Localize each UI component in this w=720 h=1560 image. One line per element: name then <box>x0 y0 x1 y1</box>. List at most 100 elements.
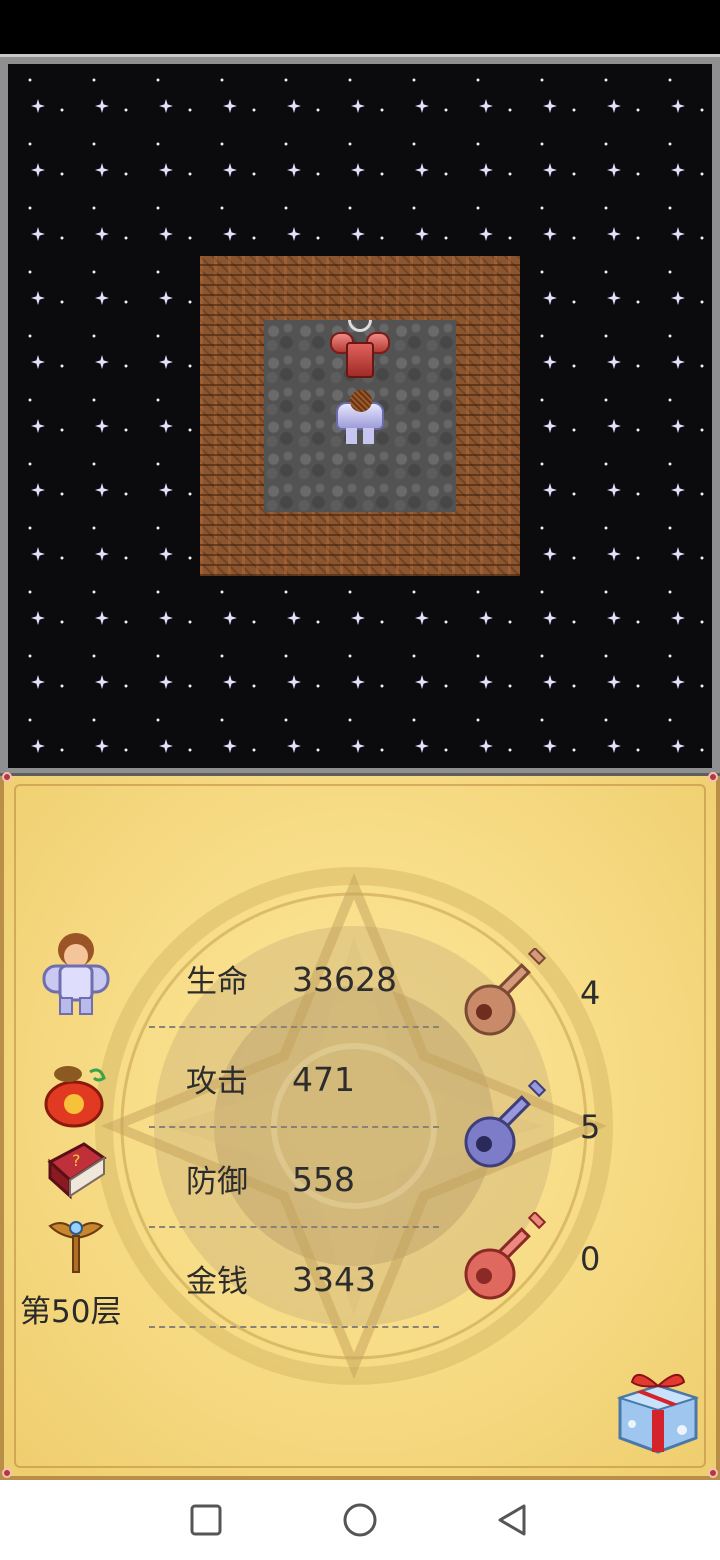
blue-key-count: 5 <box>580 1108 601 1146</box>
sparkle-star <box>607 99 621 113</box>
sparkle-star <box>159 227 173 241</box>
sparkle-star <box>95 419 109 433</box>
sparkle-star <box>415 675 429 689</box>
sparkle-star <box>543 483 557 497</box>
sparkle-star <box>287 163 301 177</box>
red-key-icon <box>464 1212 547 1300</box>
sparkle-star <box>671 163 685 177</box>
sparkle-star <box>543 355 557 369</box>
sparkle-star <box>671 483 685 497</box>
stat-divider <box>149 1026 439 1028</box>
hero-sprite[interactable] <box>328 384 392 448</box>
sparkle-star <box>543 227 557 241</box>
sparkle-star <box>671 419 685 433</box>
monster-manual-book-icon: ? <box>47 1142 107 1200</box>
home-circle-icon[interactable] <box>338 1498 382 1542</box>
sparkle-star <box>543 675 557 689</box>
sparkle-star <box>95 163 109 177</box>
gift-box-icon[interactable] <box>612 1364 702 1454</box>
sparkle-star <box>31 99 45 113</box>
sparkle-star <box>543 739 557 753</box>
sparkle-star <box>415 227 429 241</box>
sparkle-star <box>287 227 301 241</box>
sparkle-star <box>95 291 109 305</box>
sparkle-star <box>31 355 45 369</box>
floor-level-label: 第50层 <box>20 1294 122 1330</box>
system-navigation-bar <box>0 1480 720 1560</box>
sparkle-star <box>607 419 621 433</box>
svg-text:?: ? <box>72 1151 81 1170</box>
sparkle-star <box>479 611 493 625</box>
sparkle-star <box>159 611 173 625</box>
attack-label: 攻击 <box>186 1064 248 1100</box>
sparkle-star <box>479 739 493 753</box>
attack-value: 471 <box>292 1060 355 1099</box>
sparkle-star <box>607 483 621 497</box>
sparkle-star <box>671 675 685 689</box>
defense-value: 558 <box>292 1160 355 1199</box>
sparkle-star <box>671 547 685 561</box>
sparkle-star <box>607 163 621 177</box>
sparkle-star <box>543 99 557 113</box>
sparkle-star <box>287 99 301 113</box>
sparkle-star <box>223 611 237 625</box>
back-triangle-icon[interactable] <box>490 1498 534 1542</box>
sparkle-star <box>95 355 109 369</box>
sparkle-star <box>479 675 493 689</box>
stat-divider <box>149 1226 439 1228</box>
sparkle-star <box>671 227 685 241</box>
sparkle-star <box>415 611 429 625</box>
sparkle-star <box>607 739 621 753</box>
gold-label: 金钱 <box>186 1264 248 1300</box>
stat-divider <box>149 1326 439 1328</box>
sparkle-star <box>671 739 685 753</box>
hero-portrait-icon <box>42 933 110 1015</box>
sparkle-star <box>31 611 45 625</box>
status-bar <box>0 0 720 54</box>
panel-corner-gem <box>708 772 718 782</box>
recent-apps-square-icon[interactable] <box>184 1498 228 1542</box>
sparkle-star <box>159 547 173 561</box>
game-map[interactable] <box>8 64 712 768</box>
yellow-key-icon <box>464 948 547 1036</box>
sparkle-star <box>31 675 45 689</box>
sparkle-star <box>607 547 621 561</box>
sparkle-star <box>95 675 109 689</box>
sparkle-star <box>31 547 45 561</box>
sparkle-star <box>351 227 365 241</box>
sparkle-star <box>607 611 621 625</box>
sparkle-star <box>287 675 301 689</box>
sparkle-star <box>95 483 109 497</box>
sparkle-star <box>351 99 365 113</box>
sparkle-star <box>479 227 493 241</box>
sparkle-star <box>159 99 173 113</box>
red-key-count: 0 <box>580 1240 601 1278</box>
sparkle-star <box>223 163 237 177</box>
panel-corner-gem <box>708 1468 718 1478</box>
sparkle-star <box>351 739 365 753</box>
sparkle-star <box>31 163 45 177</box>
sparkle-star <box>95 99 109 113</box>
blue-key-icon <box>464 1080 547 1168</box>
yellow-key-count: 4 <box>580 974 601 1012</box>
sparkle-star <box>95 227 109 241</box>
hp-label: 生命 <box>186 964 248 1000</box>
sparkle-star <box>31 419 45 433</box>
sparkle-star <box>671 99 685 113</box>
red-armored-boss-sprite[interactable] <box>328 320 392 384</box>
panel-corner-gem <box>2 772 12 782</box>
sparkle-star <box>159 483 173 497</box>
sparkle-star <box>31 227 45 241</box>
sparkle-star <box>415 99 429 113</box>
sparkle-star <box>351 675 365 689</box>
sparkle-star <box>95 611 109 625</box>
sparkle-star <box>95 547 109 561</box>
sparkle-star <box>543 419 557 433</box>
sparkle-star <box>607 291 621 305</box>
sparkle-star <box>223 675 237 689</box>
stat-divider <box>149 1126 439 1128</box>
defense-label: 防御 <box>186 1164 248 1200</box>
sparkle-star <box>223 739 237 753</box>
sparkle-star <box>415 163 429 177</box>
gold-value: 3343 <box>292 1260 376 1299</box>
